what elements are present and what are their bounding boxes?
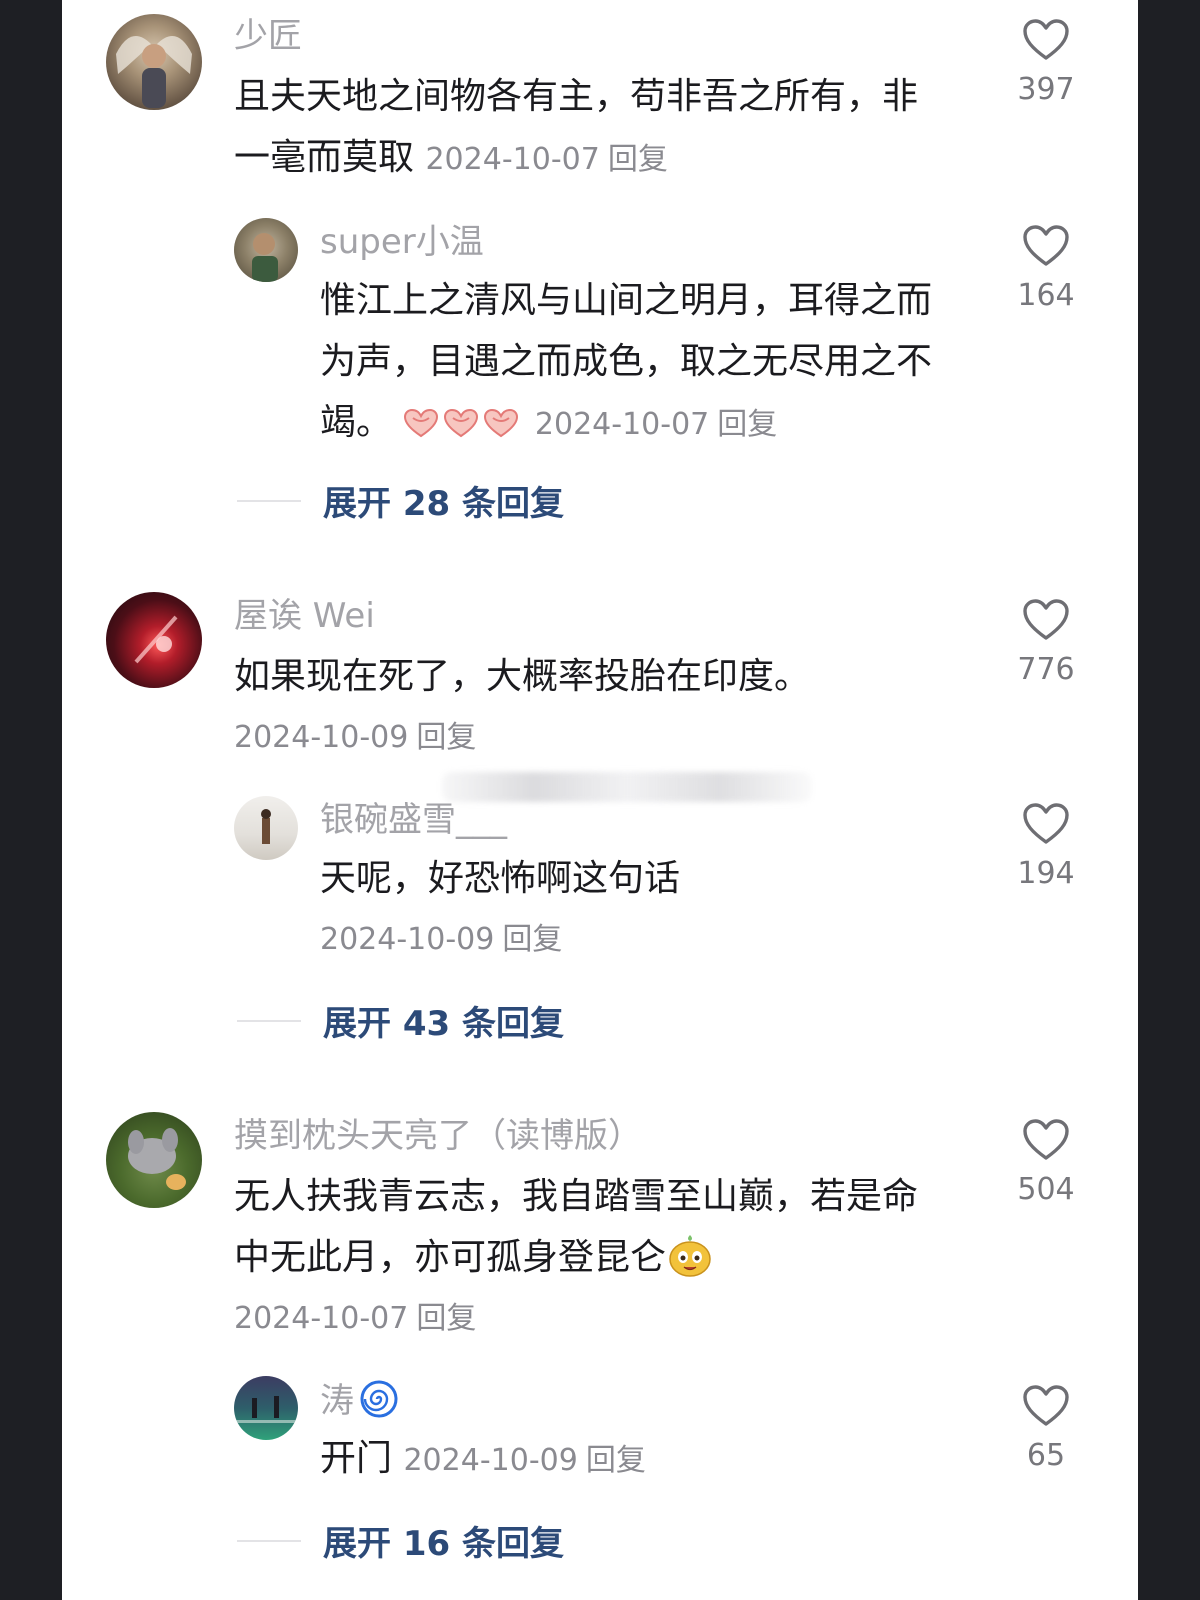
comment-text-line-content: 中无此月，亦可孤身登昆仑 xyxy=(234,1237,667,1278)
reply-button[interactable]: 回复 xyxy=(717,407,777,442)
reply-text-line: 惟江上之清风与山间之明月，耳得之而 xyxy=(320,280,933,321)
comment-meta: 2024-10-07 回复 xyxy=(234,1288,918,1349)
comment-date: 2024-10-07 xyxy=(425,142,600,177)
comment-text-line: 无人扶我青云志，我自踏雪至山巅，若是命 xyxy=(234,1176,919,1217)
reply-date: 2024-10-09 xyxy=(320,922,495,957)
divider xyxy=(237,1539,301,1542)
reply-button[interactable]: 回复 xyxy=(416,720,476,755)
reply-button[interactable]: 回复 xyxy=(608,142,668,177)
avatar[interactable] xyxy=(106,1112,202,1208)
reply-text-line: 天呢，好恐怖啊这句话 xyxy=(320,858,681,899)
reply-text: 开门 2024-10-09 回复 xyxy=(320,1428,646,1491)
avatar[interactable] xyxy=(106,14,202,110)
comment-text: 且夫天地之间物各有主，苟非吾之所有，非 一毫而莫取 2024-10-07 回复 xyxy=(234,66,918,190)
comment-panel: 少匠 且夫天地之间物各有主，苟非吾之所有，非 一毫而莫取 2024-10-07 回… xyxy=(62,0,1138,1600)
comment-date: 2024-10-09 xyxy=(234,720,409,755)
comment-text-line: 一毫而莫取 2024-10-07 回复 xyxy=(234,127,918,190)
comment-text-line: 且夫天地之间物各有主，苟非吾之所有，非 xyxy=(234,76,919,117)
reply-username-text[interactable]: 涛 xyxy=(320,1381,354,1421)
avatar[interactable] xyxy=(234,1376,298,1440)
avatar-image xyxy=(252,233,278,282)
reply-username[interactable]: 涛 xyxy=(320,1380,398,1421)
cyclone-emoji xyxy=(360,1380,398,1418)
reply-username[interactable]: super小温 xyxy=(320,222,484,262)
comment-text-line: 中无此月，亦可孤身登昆仑 xyxy=(234,1227,918,1288)
like-button[interactable]: 65 xyxy=(1006,1384,1086,1474)
comment-username[interactable]: 摸到枕头天亮了（读博版） xyxy=(234,1116,642,1156)
reply-button[interactable]: 回复 xyxy=(586,1443,646,1478)
comment-text: 如果现在死了，大概率投胎在印度。 2024-10-09 回复 xyxy=(234,646,810,768)
expand-replies-label[interactable]: 展开 43 条回复 xyxy=(323,1004,564,1044)
heart-outline-icon xyxy=(1023,1119,1069,1160)
comment-username[interactable]: 屋诶 Wei xyxy=(234,596,375,636)
like-button[interactable]: 194 xyxy=(1006,802,1086,892)
avatar-image xyxy=(234,1396,298,1423)
divider xyxy=(237,499,301,502)
reply-text-line: 为声，目遇之而成色，取之无尽用之不 xyxy=(320,341,933,382)
like-count: 194 xyxy=(1017,856,1075,891)
reply-text-line: 开门 2024-10-09 回复 xyxy=(320,1428,646,1491)
like-button[interactable]: 164 xyxy=(1006,224,1086,314)
like-count: 504 xyxy=(1017,1172,1075,1207)
reply-text: 惟江上之清风与山间之明月，耳得之而 为声，目遇之而成色，取之无尽用之不 竭。 2… xyxy=(320,270,932,455)
like-count: 65 xyxy=(1026,1438,1066,1473)
like-button[interactable]: 776 xyxy=(1006,598,1086,688)
heart-outline-icon xyxy=(1023,1385,1069,1426)
blurred-overlay xyxy=(442,772,812,802)
like-button[interactable]: 504 xyxy=(1006,1118,1086,1208)
like-button[interactable]: 397 xyxy=(1006,18,1086,108)
reply-date: 2024-10-09 xyxy=(403,1443,578,1478)
reply-meta: 2024-10-09 回复 xyxy=(320,909,680,970)
reply-username[interactable]: 银碗盛雪___ xyxy=(320,800,507,840)
expand-replies-button[interactable]: 展开 43 条回复 xyxy=(237,996,564,1045)
heart-hands-emoji xyxy=(403,402,534,443)
comment-text-line: 如果现在死了，大概率投胎在印度。 xyxy=(234,656,811,697)
reply-text: 天呢，好恐怖啊这句话 2024-10-09 回复 xyxy=(320,848,680,970)
avatar[interactable] xyxy=(234,218,298,282)
reply-text-line-content: 开门 xyxy=(320,1438,393,1479)
comment-date: 2024-10-07 xyxy=(234,1301,409,1336)
comment-username[interactable]: 少匠 xyxy=(234,16,302,56)
avatar[interactable] xyxy=(106,592,202,688)
heart-outline-icon xyxy=(1023,803,1069,844)
like-count: 164 xyxy=(1017,278,1075,313)
reply-date: 2024-10-07 xyxy=(534,407,710,442)
divider xyxy=(237,1019,301,1022)
reply-button[interactable]: 回复 xyxy=(416,1301,476,1336)
expand-replies-button[interactable]: 展开 16 条回复 xyxy=(237,1516,564,1565)
avatar-image xyxy=(134,615,178,664)
reply-button[interactable]: 回复 xyxy=(502,922,562,957)
reply-text-line-content: 竭。 xyxy=(320,402,393,443)
avatar[interactable] xyxy=(234,796,298,860)
avatar-image xyxy=(116,36,192,108)
comment-text: 无人扶我青云志，我自踏雪至山巅，若是命 中无此月，亦可孤身登昆仑 2024-10… xyxy=(234,1166,918,1349)
avatar-image xyxy=(261,809,271,844)
like-count: 397 xyxy=(1017,72,1075,107)
heart-outline-icon xyxy=(1023,599,1069,640)
reply-text-line: 竭。 2024-10-07 回复 xyxy=(320,392,932,455)
heart-outline-icon xyxy=(1023,19,1069,60)
avatar-image xyxy=(128,1128,186,1190)
like-count: 776 xyxy=(1017,652,1075,687)
smiley-emoji xyxy=(669,1235,711,1277)
comment-text-line-content: 一毫而莫取 xyxy=(234,137,415,178)
expand-replies-label[interactable]: 展开 16 条回复 xyxy=(323,1524,564,1564)
heart-outline-icon xyxy=(1023,225,1069,266)
expand-replies-label[interactable]: 展开 28 条回复 xyxy=(323,484,564,524)
expand-replies-button[interactable]: 展开 28 条回复 xyxy=(237,476,564,525)
comment-meta: 2024-10-09 回复 xyxy=(234,707,810,768)
